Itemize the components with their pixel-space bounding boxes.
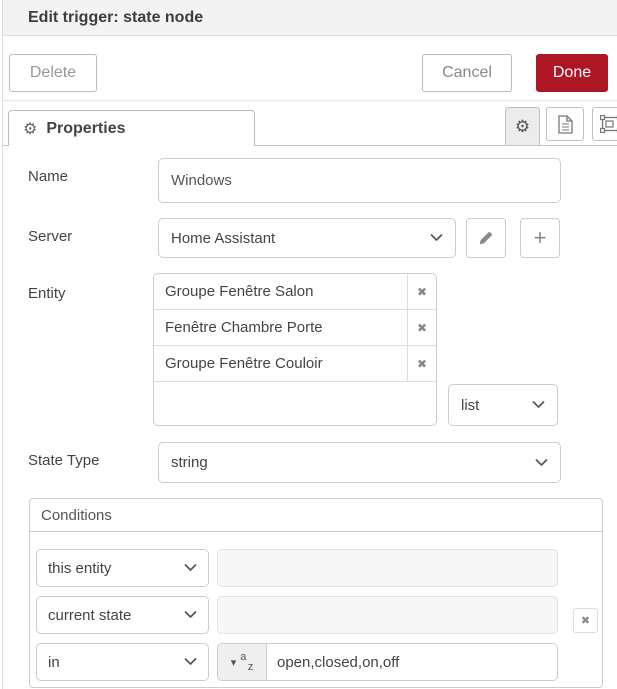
condition-typed-input: ▾ a z open,closed,on,off	[217, 643, 558, 681]
cancel-button[interactable]: Cancel	[422, 54, 512, 92]
chevron-down-icon	[430, 234, 443, 242]
az-letter-z: z	[248, 661, 254, 673]
object-group-icon	[600, 115, 617, 133]
name-label: Name	[28, 168, 68, 185]
delete-button[interactable]: Delete	[9, 54, 97, 92]
close-icon: ✖	[581, 614, 590, 627]
state-type-select[interactable]: string	[158, 442, 561, 483]
condition-value: open,closed,on,off	[277, 654, 399, 671]
entity-mode-select[interactable]: list	[448, 384, 558, 426]
condition-property-value: current state	[48, 607, 131, 624]
done-button[interactable]: Done	[536, 54, 608, 92]
toolbar-divider	[3, 100, 617, 101]
condition-value-input	[217, 549, 558, 587]
chevron-down-icon	[184, 611, 197, 619]
tab-properties-label: Properties	[46, 120, 125, 138]
entity-mode-value: list	[461, 397, 479, 414]
entity-label: Entity	[28, 285, 66, 302]
remove-entity-button[interactable]: ✖	[407, 346, 436, 381]
server-select[interactable]: Home Assistant	[158, 218, 456, 258]
entity-add-input[interactable]	[154, 382, 436, 426]
pencil-icon	[478, 230, 494, 246]
conditions-title: Conditions	[30, 499, 602, 532]
chevron-down-icon	[535, 459, 548, 467]
typed-input-type-button[interactable]: ▾ a z	[218, 644, 267, 680]
edit-trigger-dialog: Edit trigger: state node Delete Cancel D…	[0, 0, 617, 689]
close-icon: ✖	[417, 285, 427, 299]
condition-property-select[interactable]: current state	[36, 596, 209, 634]
state-type-value: string	[171, 454, 208, 471]
edit-server-button[interactable]	[466, 218, 506, 258]
entity-item-label: Groupe Fenêtre Couloir	[154, 346, 407, 381]
dialog-title: Edit trigger: state node	[3, 0, 617, 36]
properties-tab-button[interactable]: ⚙	[505, 107, 540, 145]
condition-value-input[interactable]: open,closed,on,off	[267, 644, 557, 680]
chevron-down-icon	[184, 658, 197, 666]
chevron-down-icon	[184, 564, 197, 572]
entity-row: Groupe Fenêtre Couloir ✖	[154, 346, 436, 382]
entity-row: Groupe Fenêtre Salon ✖	[154, 274, 436, 310]
entity-list: Groupe Fenêtre Salon ✖ Fenêtre Chambre P…	[153, 273, 437, 426]
server-value: Home Assistant	[171, 230, 275, 247]
entity-row: Fenêtre Chambre Porte ✖	[154, 310, 436, 346]
remove-entity-button[interactable]: ✖	[407, 274, 436, 309]
close-icon: ✖	[417, 357, 427, 371]
condition-value-input	[217, 596, 558, 634]
name-value: Windows	[171, 172, 232, 189]
condition-property-select[interactable]: in	[36, 643, 209, 681]
description-tab-button[interactable]	[546, 107, 584, 141]
caret-down-icon: ▾	[231, 656, 237, 669]
add-server-button[interactable]: +	[520, 218, 560, 258]
tray-left-border	[2, 0, 3, 689]
gear-icon: ⚙	[23, 119, 37, 139]
name-input[interactable]: Windows	[158, 158, 561, 203]
close-icon: ✖	[417, 321, 427, 335]
conditions-section: Conditions this entity current state ✖ i…	[29, 498, 603, 688]
condition-property-value: this entity	[48, 560, 111, 577]
az-letter-a: a	[240, 651, 246, 663]
entity-item-label: Fenêtre Chambre Porte	[154, 310, 407, 345]
chevron-down-icon	[532, 401, 545, 409]
remove-entity-button[interactable]: ✖	[407, 310, 436, 345]
entity-add-value	[154, 382, 436, 426]
server-label: Server	[28, 228, 72, 245]
condition-property-select[interactable]: this entity	[36, 549, 209, 587]
condition-property-value: in	[48, 654, 60, 671]
plus-icon: +	[534, 225, 547, 251]
tab-properties[interactable]: ⚙ Properties	[8, 110, 255, 146]
gear-icon: ⚙	[515, 117, 530, 137]
string-type-icon: a z	[240, 653, 253, 671]
remove-condition-button[interactable]: ✖	[573, 608, 598, 633]
appearance-tab-button[interactable]	[592, 107, 617, 141]
entity-item-label: Groupe Fenêtre Salon	[154, 274, 407, 309]
document-icon	[558, 115, 573, 134]
state-type-label: State Type	[28, 452, 99, 469]
